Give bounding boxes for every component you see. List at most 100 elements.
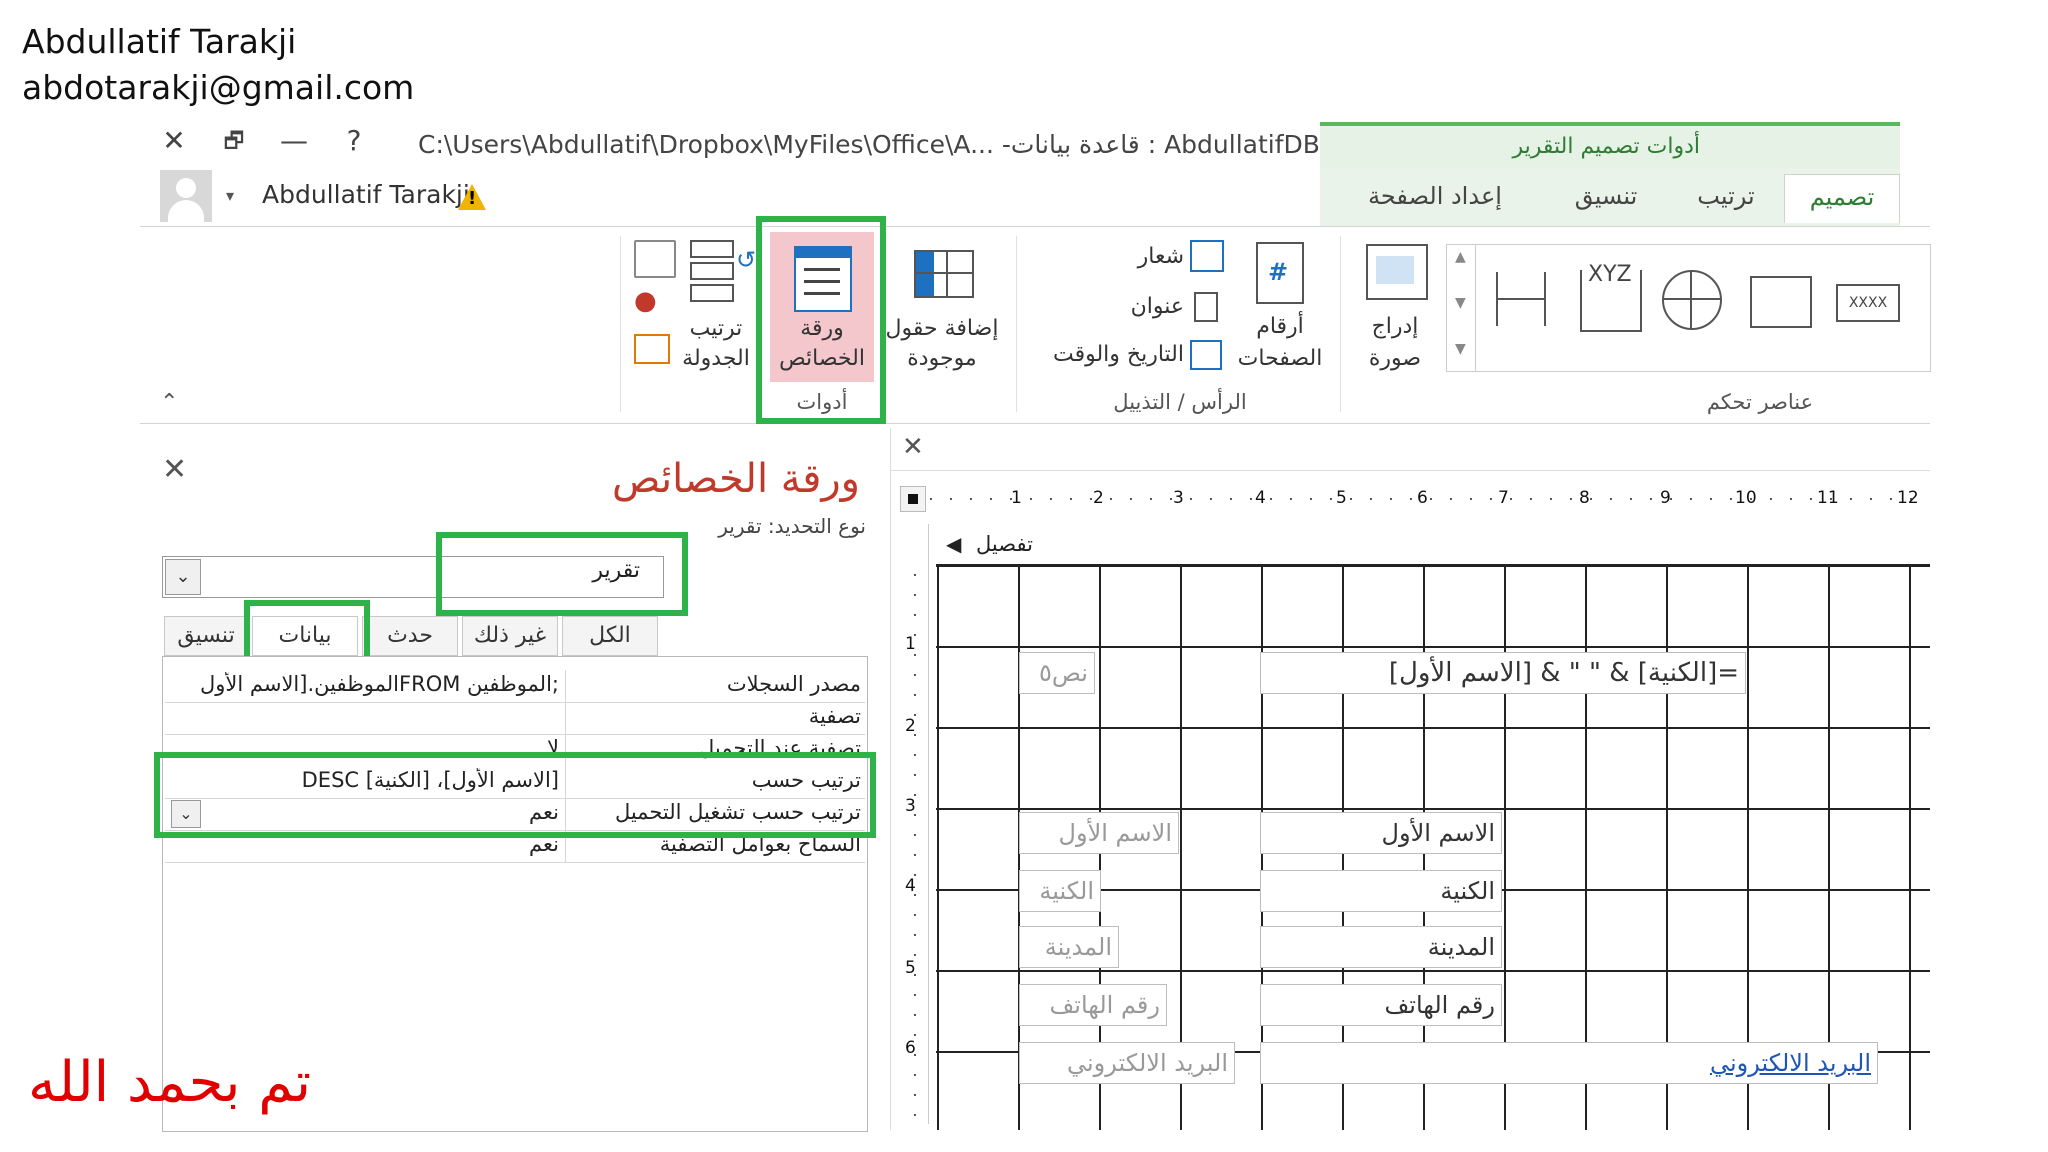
small-tool-icon-1[interactable] [634,240,676,278]
tab-other-props[interactable]: غير ذلك [462,616,558,656]
select-report-box[interactable] [900,486,926,512]
ruler-num: 1 [905,634,916,654]
warning-mark: ! [468,188,477,209]
section-arrow-icon: ◀ [946,532,962,556]
ruler-num: 5 [1336,488,1347,508]
tab-event-props[interactable]: حدث [362,616,458,656]
highlight-order-by-rows [154,752,876,838]
date-time-icon[interactable] [1190,340,1222,370]
phone-label[interactable]: رقم الهاتف [1019,984,1167,1026]
title-label[interactable]: عنوان [1100,294,1184,319]
avatar[interactable] [160,170,212,222]
ruler-num: 6 [905,1038,916,1058]
insert-image-icon[interactable] [1366,244,1428,300]
tab-arrange[interactable]: ترتيب [1676,174,1776,222]
dropdown-arrow-icon[interactable]: ⌄ [165,559,201,595]
title-bar: ✕ 🗗 — ? C:\Users\Abdullatif\Dropbox\MyFi… [140,120,1337,170]
highlight-selector [436,532,688,616]
ruler-num: 2 [1093,488,1104,508]
ruler-num: 11 [1817,488,1839,508]
gallery-scroll[interactable]: ▲ ▼ ▼ [1446,244,1476,372]
ruler-num: 4 [905,876,916,896]
add-fields-icon[interactable] [914,250,974,298]
insert-image-label-1[interactable]: إدراج [1350,314,1440,339]
xyz-glyph: XYZ [1588,262,1632,287]
xyz-control-icon[interactable]: XYZ [1580,262,1642,332]
logo-icon[interactable] [1190,240,1224,272]
page-numbers-icon[interactable]: # [1256,242,1304,304]
tab-format-props[interactable]: تنسيق [164,616,248,656]
logo-label[interactable]: شعار [1100,244,1184,269]
ruler-num: 9 [1660,488,1671,508]
close-icon[interactable]: ✕ [152,124,196,157]
ribbon-tab-strip: تصميم ترتيب تنسيق إعداد الصفحة [1320,168,1900,226]
insert-image-label-2[interactable]: صورة [1350,346,1440,371]
last-name-field[interactable]: الكنية [1260,870,1502,912]
ruler-num: 8 [1579,488,1590,508]
account-user-name[interactable]: Abdullatif Tarakji [262,180,470,209]
tab-page-setup[interactable]: إعداد الصفحة [1340,174,1530,222]
tab-format[interactable]: تنسيق [1546,174,1666,222]
folder-control-icon[interactable] [1750,276,1812,328]
vertical-ruler [902,524,929,1124]
ruler-num: 10 [1735,488,1757,508]
property-row[interactable]: مصدر السجلات ;الموظفين FROMالموظفين.[الا… [165,670,865,703]
ruler-num: 3 [905,796,916,816]
ruler-num: 2 [905,716,916,736]
property-sheet-title: ورقة الخصائص [611,456,860,502]
tab-all-props[interactable]: الكل [562,616,658,656]
first-name-label[interactable]: الاسم الأول [1019,812,1179,854]
last-name-label[interactable]: الكنية [1019,870,1101,912]
email-label[interactable]: البريد الالكتروني [1019,1042,1235,1084]
ruler-num: 12 [1897,488,1919,508]
page-numbers-label-2[interactable]: الصفحات [1230,346,1330,371]
page-numbers-label-1[interactable]: أرقام [1230,314,1330,339]
first-name-field[interactable]: الاسم الأول [1260,812,1502,854]
minimize-icon[interactable]: — [272,124,316,157]
property-row[interactable]: تصفية [165,702,865,735]
hash-glyph: # [1268,258,1289,286]
detail-section-bar[interactable]: ◀ تفصيل [936,528,1930,566]
city-field[interactable]: المدينة [1260,926,1502,968]
horizontal-ruler [930,486,1930,512]
add-fields-label-2[interactable]: موجودة [880,346,1004,371]
text5-label[interactable]: نص٥ [1019,652,1095,694]
ruler-num: 6 [1417,488,1428,508]
tab-order-label-1[interactable]: ترتيب [674,316,758,341]
controls-group-label: عناصر تحكم [1706,390,1814,414]
ruler-num: 7 [1498,488,1509,508]
full-name-expression[interactable]: =[الكنية] & " " & [الاسم الأول] [1260,652,1746,694]
restore-icon[interactable]: 🗗 [212,124,256,162]
date-time-label[interactable]: التاريخ والوقت [1040,342,1184,367]
highlight-property-sheet-button [756,216,886,424]
author-email: abdotarakji@gmail.com [22,68,415,107]
line-control-icon[interactable] [1496,272,1546,326]
close-property-sheet-icon[interactable]: ✕ [162,452,187,487]
record-source-value[interactable]: ;الموظفين FROMالموظفين.[الاسم الأول [169,672,559,696]
add-fields-label-1[interactable]: إضافة حقول [880,316,1004,341]
filter-label: تصفية [808,704,861,728]
email-field[interactable]: البريد الالكتروني [1260,1042,1878,1084]
close-design-icon[interactable]: ✕ [902,432,924,462]
small-tool-icon-3[interactable] [634,334,670,364]
ruler-num: 3 [1173,488,1184,508]
city-label[interactable]: المدينة [1019,926,1119,968]
title-icon[interactable] [1194,292,1218,322]
hyperlink-icon[interactable] [1662,270,1722,330]
ruler-num: 1 [1011,488,1022,508]
tab-order-label-2[interactable]: الجدولة [674,346,758,371]
header-footer-group-label: الرأس / التذييل [1113,390,1247,414]
ruler-num: 4 [1255,488,1266,508]
phone-field[interactable]: رقم الهاتف [1260,984,1502,1026]
window-title-path: C:\Users\Abdullatif\Dropbox\MyFiles\Offi… [418,130,1338,159]
tab-order-icon[interactable]: ↺ [690,240,756,302]
collapse-ribbon-icon[interactable]: ⌃ [160,390,178,415]
account-dropdown-icon[interactable]: ▾ [226,186,234,205]
contextual-tab-header: أدوات تصميم التقرير [1320,122,1900,172]
textbox-control-icon[interactable]: XXXX [1836,284,1900,322]
ruler-num: 5 [905,958,916,978]
small-tool-icon-2[interactable]: ● [634,286,657,316]
help-icon[interactable]: ? [332,124,376,157]
record-source-label: مصدر السجلات [726,672,861,696]
tab-design[interactable]: تصميم [1784,174,1900,223]
